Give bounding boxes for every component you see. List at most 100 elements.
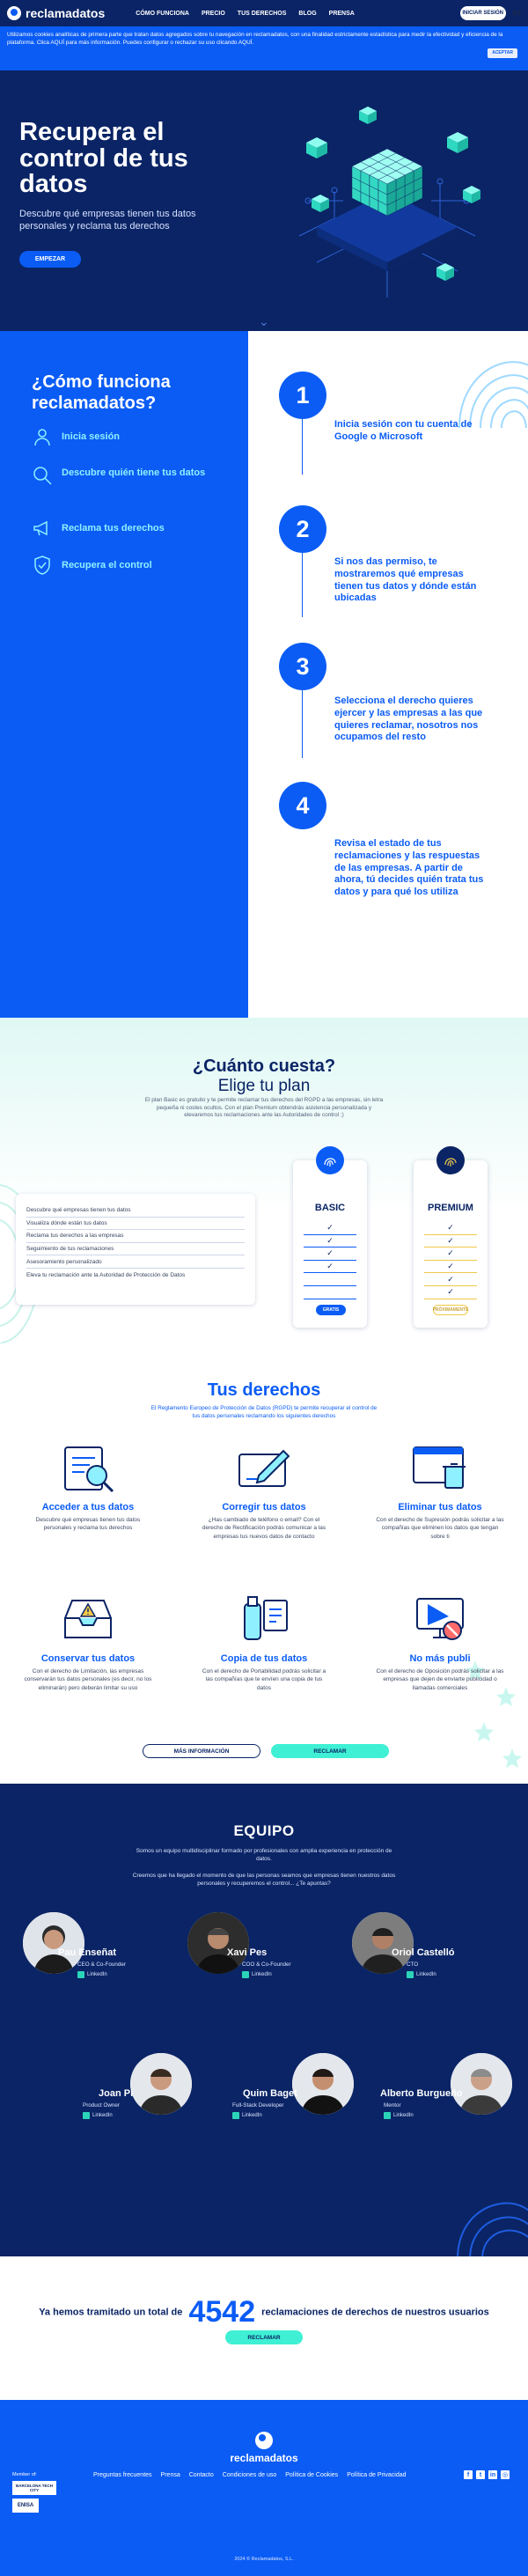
right-title: Acceder a tus datos xyxy=(41,1502,135,1512)
edit-icon xyxy=(238,1449,290,1487)
rights-section: Tus derechos El Reglamento Europeo de Pr… xyxy=(0,1343,528,1784)
check-icon: ✓ xyxy=(424,1286,477,1299)
footer-link-terms[interactable]: Condiciones de uso xyxy=(223,2472,277,2478)
member-role: Mentor xyxy=(384,2102,401,2109)
check-icon: ✓ xyxy=(304,1248,356,1261)
menu-item-tus-derechos[interactable]: TUS DERECHOS xyxy=(238,11,287,17)
linkedin-icon xyxy=(242,1971,249,1978)
menu-item-prensa[interactable]: PRENSA xyxy=(329,11,355,17)
twitter-icon[interactable]: t xyxy=(476,2470,485,2479)
plan-basic-card: BASIC GRATIS ✓ ✓ ✓ ✓ xyxy=(293,1146,367,1328)
feature-label: Inicia sesión xyxy=(62,431,121,442)
right-card-portability[interactable]: Copia de tus datos Con el derecho de Por… xyxy=(198,1592,330,1692)
language-selector[interactable]: ES xyxy=(513,11,521,17)
right-card-object[interactable]: No más publi Con el derecho de Oposición… xyxy=(374,1592,506,1692)
footer-link-press[interactable]: Prensa xyxy=(161,2472,180,2478)
feature-label: Recupera el control xyxy=(62,560,152,570)
team-member: Joan Pi Product Owner LinkedIn xyxy=(76,2053,216,2123)
right-card-delete[interactable]: Eliminar tus datos Con el derecho de Sup… xyxy=(374,1440,506,1541)
linkedin-link[interactable]: LinkedIn xyxy=(384,2112,414,2119)
right-card-rectify[interactable]: Corregir tus datos ¿Has cambiado de telé… xyxy=(198,1440,330,1541)
claim-cta-button[interactable]: RECLAMAR xyxy=(225,2330,303,2344)
fingerprint-icon xyxy=(316,1146,344,1174)
linkedin-link[interactable]: LinkedIn xyxy=(83,2112,113,2119)
member-name: Xavi Pes xyxy=(227,1947,268,1958)
facebook-icon[interactable]: f xyxy=(464,2470,473,2479)
user-icon xyxy=(32,426,53,447)
plan-premium-card: PREMIUM PRÓXIMAMENTE ✓ ✓ ✓ ✓ ✓ ✓ xyxy=(414,1146,488,1328)
member-role: Full-Stack Developer xyxy=(232,2102,284,2109)
pricing-title: ¿Cuánto cuesta? xyxy=(192,1056,336,1076)
how-steps-panel: 1 Inicia sesión con tu cuenta de Google … xyxy=(248,331,528,1018)
step-text-4: Revisa el estado de tus reclamaciones y … xyxy=(334,838,484,897)
block-icon xyxy=(416,1598,464,1640)
footer-link-contact[interactable]: Contacto xyxy=(189,2472,214,2478)
footer-link-cookies[interactable]: Política de Cookies xyxy=(285,2472,338,2478)
basic-plan-button[interactable]: GRATIS xyxy=(316,1305,346,1315)
linkedin-icon xyxy=(83,2112,90,2119)
linkedin-link[interactable]: LinkedIn xyxy=(407,1971,436,1978)
member-name: Oriol Castelló xyxy=(392,1947,455,1958)
empty-cell xyxy=(304,1286,356,1299)
footer-logo[interactable]: reclamadatos xyxy=(0,2432,528,2464)
linkedin-icon[interactable]: in xyxy=(488,2470,497,2479)
plan-feature-list: Descubre qué empresas tienen tus datos V… xyxy=(16,1194,255,1305)
menu-item-precio[interactable]: PRECIO xyxy=(202,11,225,17)
check-icon: ✓ xyxy=(424,1273,477,1286)
cookie-accept-button[interactable]: ACEPTAR xyxy=(488,48,517,58)
right-text: Con el derecho de Portabilidad podrás so… xyxy=(202,1668,326,1691)
more-info-button[interactable]: MÁS INFORMACIÓN xyxy=(143,1744,260,1758)
right-text: ¿Has cambiado de teléfono o email? Con e… xyxy=(202,1517,326,1540)
pricing-description: El plan Basic es gratuito y te permite r… xyxy=(144,1097,384,1119)
menu-item-como-funciona[interactable]: CÓMO FUNCIONA xyxy=(136,11,189,17)
check-icon: ✓ xyxy=(424,1248,477,1261)
right-card-limit[interactable]: Conservar tus datos Con el derecho de Li… xyxy=(22,1592,154,1692)
megaphone-icon xyxy=(32,518,53,539)
avatar xyxy=(451,2053,512,2115)
copyright: 2024 © Reclamadatos, S.L. xyxy=(234,2557,294,2562)
linkedin-icon xyxy=(407,1971,414,1978)
top-navigation: reclamadatos CÓMO FUNCIONA PRECIO TUS DE… xyxy=(0,0,528,26)
feature-label: Descubre quién tiene tus datos xyxy=(62,467,206,478)
right-title: Copia de tus datos xyxy=(220,1653,308,1664)
team-section: EQUIPO Somos un equipo multidisciplinar … xyxy=(0,1784,528,2256)
footer-link-faq[interactable]: Preguntas frecuentes xyxy=(93,2472,152,2478)
barcelona-tech-city-logo[interactable]: BARCELONA TECH CITY xyxy=(12,2481,56,2495)
feature-label: Reclama tus derechos xyxy=(62,523,165,534)
team-title: EQUIPO xyxy=(233,1822,295,1839)
enisa-logo[interactable]: ENISA xyxy=(12,2499,39,2513)
avatar xyxy=(187,1912,249,1974)
login-button[interactable]: INICIAR SESIÓN xyxy=(459,6,506,20)
scroll-down-icon[interactable]: ⌄ xyxy=(259,314,269,329)
claims-counter-section: Ya hemos tramitado un total de 4542 recl… xyxy=(0,2256,528,2400)
linkedin-link[interactable]: LinkedIn xyxy=(77,1971,107,1978)
delete-icon xyxy=(413,1446,466,1489)
logo-icon xyxy=(255,2432,273,2449)
team-intro: Somos un equipo multidisciplinar formado… xyxy=(136,1848,392,1863)
right-card-access[interactable]: Acceder a tus datos Descubre qué empresa… xyxy=(22,1440,154,1533)
linkedin-icon xyxy=(77,1971,84,1978)
linkedin-link[interactable]: LinkedIn xyxy=(232,2112,262,2119)
premium-plan-button[interactable]: PRÓXIMAMENTE xyxy=(433,1305,468,1315)
brand-logo[interactable]: reclamadatos xyxy=(7,6,105,20)
member-name: Quim Baget xyxy=(243,2088,297,2099)
hero-subtitle: Descubre qué empresas tienen tus datos p… xyxy=(19,209,196,232)
start-button[interactable]: EMPEZAR xyxy=(19,251,81,268)
instagram-icon[interactable]: ◎ xyxy=(501,2470,510,2479)
step-number-2: 2 xyxy=(279,505,326,553)
counter-prefix: Ya hemos tramitado un total de xyxy=(39,2307,183,2318)
footer-link-privacy[interactable]: Política de Privacidad xyxy=(347,2472,406,2478)
claim-button[interactable]: RECLAMAR xyxy=(271,1744,389,1758)
right-text: Con el derecho de Oposición podrás solic… xyxy=(376,1668,504,1691)
linkedin-link[interactable]: LinkedIn xyxy=(242,1971,272,1978)
check-icon: ✓ xyxy=(424,1222,477,1235)
cookie-text: Utilizamos cookies analíticas de primera… xyxy=(7,32,503,47)
menu-item-blog[interactable]: BLOG xyxy=(298,11,316,17)
hero-section: Recupera el control de tus datos Descubr… xyxy=(0,70,528,331)
step-number-4: 4 xyxy=(279,782,326,829)
plan-feature: Descubre qué empresas tienen tus datos xyxy=(26,1204,245,1218)
member-of-label: Member of: xyxy=(12,2472,37,2477)
linkedin-icon xyxy=(384,2112,391,2119)
right-text: Con el derecho de Limitación, las empres… xyxy=(24,1668,152,1691)
avatar xyxy=(352,1912,414,1974)
